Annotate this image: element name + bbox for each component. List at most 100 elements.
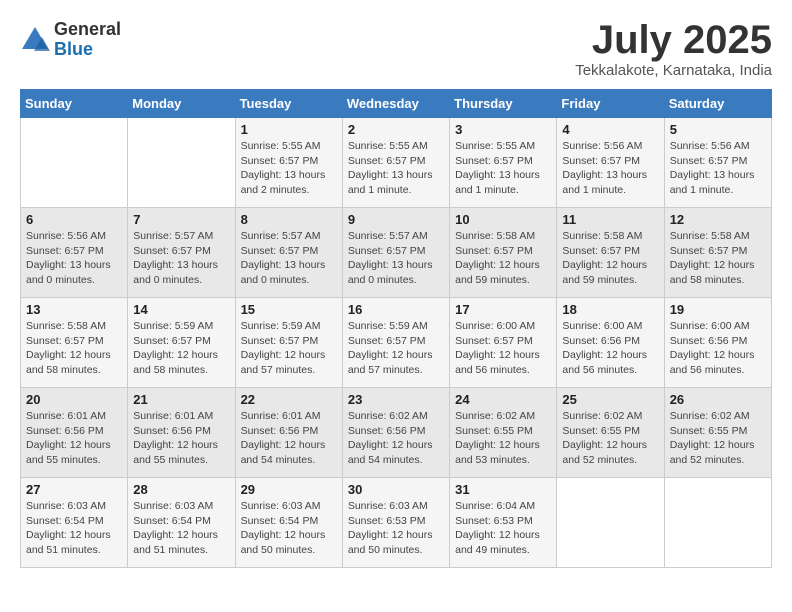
day-number: 13 xyxy=(26,302,122,317)
calendar-cell: 25 Sunrise: 6:02 AM Sunset: 6:55 PM Dayli… xyxy=(557,388,664,478)
calendar-cell: 19Sunrise: 6:00 AM Sunset: 6:56 PM Dayli… xyxy=(664,298,771,388)
logo-text: General Blue xyxy=(54,20,121,60)
weekday-header: Tuesday xyxy=(235,90,342,118)
calendar-cell xyxy=(128,118,235,208)
day-number: 10 xyxy=(455,212,551,227)
calendar-cell: 24 Sunrise: 6:02 AM Sunset: 6:55 PM Dayli… xyxy=(450,388,557,478)
calendar-cell: 5 Sunrise: 5:56 AM Sunset: 6:57 PM Daylig… xyxy=(664,118,771,208)
calendar-cell: 31Sunrise: 6:04 AM Sunset: 6:53 PM Dayli… xyxy=(450,478,557,568)
day-info: Sunrise: 6:00 AM Sunset: 6:57 PM Dayligh… xyxy=(455,319,551,378)
day-number: 8 xyxy=(241,212,337,227)
day-info: Sunrise: 5:57 AM Sunset: 6:57 PM Dayligh… xyxy=(241,229,337,288)
calendar-cell: 2 Sunrise: 5:55 AM Sunset: 6:57 PM Daylig… xyxy=(342,118,449,208)
calendar-cell: 6Sunrise: 5:56 AM Sunset: 6:57 PM Daylig… xyxy=(21,208,128,298)
day-number: 20 xyxy=(26,392,122,407)
day-number: 25 xyxy=(562,392,658,407)
calendar-cell: 16Sunrise: 5:59 AM Sunset: 6:57 PM Dayli… xyxy=(342,298,449,388)
page-header: General Blue July 2025 Tekkalakote, Karn… xyxy=(20,20,772,79)
weekday-header: Thursday xyxy=(450,90,557,118)
day-number: 11 xyxy=(562,212,658,227)
calendar-cell: 29 Sunrise: 6:03 AM Sunset: 6:54 PM Dayli… xyxy=(235,478,342,568)
day-number: 9 xyxy=(348,212,444,227)
day-info: Sunrise: 5:58 AM Sunset: 6:57 PM Dayligh… xyxy=(670,229,766,288)
day-number: 26 xyxy=(670,392,766,407)
calendar-cell: 26 Sunrise: 6:02 AM Sunset: 6:55 PM Dayli… xyxy=(664,388,771,478)
day-number: 27 xyxy=(26,482,122,497)
calendar-cell: 9 Sunrise: 5:57 AM Sunset: 6:57 PM Daylig… xyxy=(342,208,449,298)
calendar-cell: 23 Sunrise: 6:02 AM Sunset: 6:56 PM Dayli… xyxy=(342,388,449,478)
day-info: Sunrise: 6:01 AM Sunset: 6:56 PM Dayligh… xyxy=(26,409,122,468)
day-number: 23 xyxy=(348,392,444,407)
calendar-cell: 11 Sunrise: 5:58 AM Sunset: 6:57 PM Dayli… xyxy=(557,208,664,298)
day-number: 29 xyxy=(241,482,337,497)
logo: General Blue xyxy=(20,20,121,60)
day-info: Sunrise: 5:57 AM Sunset: 6:57 PM Dayligh… xyxy=(348,229,444,288)
day-number: 2 xyxy=(348,122,444,137)
day-number: 5 xyxy=(670,122,766,137)
weekday-header: Saturday xyxy=(664,90,771,118)
day-number: 7 xyxy=(133,212,229,227)
day-info: Sunrise: 5:56 AM Sunset: 6:57 PM Dayligh… xyxy=(562,139,658,198)
day-number: 1 xyxy=(241,122,337,137)
day-info: Sunrise: 6:01 AM Sunset: 6:56 PM Dayligh… xyxy=(241,409,337,468)
calendar-cell: 18 Sunrise: 6:00 AM Sunset: 6:56 PM Dayli… xyxy=(557,298,664,388)
calendar-cell: 12Sunrise: 5:58 AM Sunset: 6:57 PM Dayli… xyxy=(664,208,771,298)
day-number: 30 xyxy=(348,482,444,497)
day-number: 21 xyxy=(133,392,229,407)
weekday-header: Friday xyxy=(557,90,664,118)
day-number: 15 xyxy=(241,302,337,317)
weekday-header: Sunday xyxy=(21,90,128,118)
day-info: Sunrise: 6:02 AM Sunset: 6:55 PM Dayligh… xyxy=(670,409,766,468)
day-number: 3 xyxy=(455,122,551,137)
calendar-cell xyxy=(557,478,664,568)
day-info: Sunrise: 5:55 AM Sunset: 6:57 PM Dayligh… xyxy=(348,139,444,198)
day-number: 18 xyxy=(562,302,658,317)
calendar-cell: 7Sunrise: 5:57 AM Sunset: 6:57 PM Daylig… xyxy=(128,208,235,298)
calendar-cell: 21 Sunrise: 6:01 AM Sunset: 6:56 PM Dayli… xyxy=(128,388,235,478)
day-info: Sunrise: 5:58 AM Sunset: 6:57 PM Dayligh… xyxy=(562,229,658,288)
day-info: Sunrise: 6:00 AM Sunset: 6:56 PM Dayligh… xyxy=(562,319,658,378)
day-info: Sunrise: 5:59 AM Sunset: 6:57 PM Dayligh… xyxy=(241,319,337,378)
day-info: Sunrise: 6:01 AM Sunset: 6:56 PM Dayligh… xyxy=(133,409,229,468)
day-number: 28 xyxy=(133,482,229,497)
calendar-cell: 14 Sunrise: 5:59 AM Sunset: 6:57 PM Dayli… xyxy=(128,298,235,388)
calendar-cell xyxy=(664,478,771,568)
day-info: Sunrise: 5:56 AM Sunset: 6:57 PM Dayligh… xyxy=(670,139,766,198)
day-info: Sunrise: 6:03 AM Sunset: 6:54 PM Dayligh… xyxy=(241,499,337,558)
day-info: Sunrise: 5:58 AM Sunset: 6:57 PM Dayligh… xyxy=(455,229,551,288)
day-number: 17 xyxy=(455,302,551,317)
day-info: Sunrise: 6:02 AM Sunset: 6:55 PM Dayligh… xyxy=(562,409,658,468)
day-info: Sunrise: 5:58 AM Sunset: 6:57 PM Dayligh… xyxy=(26,319,122,378)
day-number: 19 xyxy=(670,302,766,317)
day-info: Sunrise: 6:03 AM Sunset: 6:54 PM Dayligh… xyxy=(133,499,229,558)
calendar-cell: 28 Sunrise: 6:03 AM Sunset: 6:54 PM Dayli… xyxy=(128,478,235,568)
calendar-table: SundayMondayTuesdayWednesdayThursdayFrid… xyxy=(20,89,772,568)
day-info: Sunrise: 6:02 AM Sunset: 6:55 PM Dayligh… xyxy=(455,409,551,468)
month-title: July 2025 xyxy=(575,20,772,60)
day-info: Sunrise: 6:03 AM Sunset: 6:54 PM Dayligh… xyxy=(26,499,122,558)
day-number: 4 xyxy=(562,122,658,137)
day-number: 6 xyxy=(26,212,122,227)
day-info: Sunrise: 5:55 AM Sunset: 6:57 PM Dayligh… xyxy=(455,139,551,198)
title-block: July 2025 Tekkalakote, Karnataka, India xyxy=(575,20,772,79)
calendar-cell: 8 Sunrise: 5:57 AM Sunset: 6:57 PM Daylig… xyxy=(235,208,342,298)
calendar-cell: 1Sunrise: 5:55 AM Sunset: 6:57 PM Daylig… xyxy=(235,118,342,208)
calendar-cell: 4 Sunrise: 5:56 AM Sunset: 6:57 PM Daylig… xyxy=(557,118,664,208)
day-info: Sunrise: 6:02 AM Sunset: 6:56 PM Dayligh… xyxy=(348,409,444,468)
weekday-header: Monday xyxy=(128,90,235,118)
day-number: 24 xyxy=(455,392,551,407)
day-info: Sunrise: 6:03 AM Sunset: 6:53 PM Dayligh… xyxy=(348,499,444,558)
calendar-cell: 20 Sunrise: 6:01 AM Sunset: 6:56 PM Dayli… xyxy=(21,388,128,478)
day-number: 31 xyxy=(455,482,551,497)
location: Tekkalakote, Karnataka, India xyxy=(575,62,772,79)
calendar-cell: 10 Sunrise: 5:58 AM Sunset: 6:57 PM Dayli… xyxy=(450,208,557,298)
day-info: Sunrise: 5:59 AM Sunset: 6:57 PM Dayligh… xyxy=(133,319,229,378)
calendar-cell: 3 Sunrise: 5:55 AM Sunset: 6:57 PM Daylig… xyxy=(450,118,557,208)
calendar-cell: 30 Sunrise: 6:03 AM Sunset: 6:53 PM Dayli… xyxy=(342,478,449,568)
logo-line2: Blue xyxy=(54,40,121,60)
calendar-cell: 17 Sunrise: 6:00 AM Sunset: 6:57 PM Dayli… xyxy=(450,298,557,388)
day-number: 14 xyxy=(133,302,229,317)
day-number: 16 xyxy=(348,302,444,317)
calendar-cell: 13 Sunrise: 5:58 AM Sunset: 6:57 PM Dayli… xyxy=(21,298,128,388)
calendar-cell: 27 Sunrise: 6:03 AM Sunset: 6:54 PM Dayli… xyxy=(21,478,128,568)
